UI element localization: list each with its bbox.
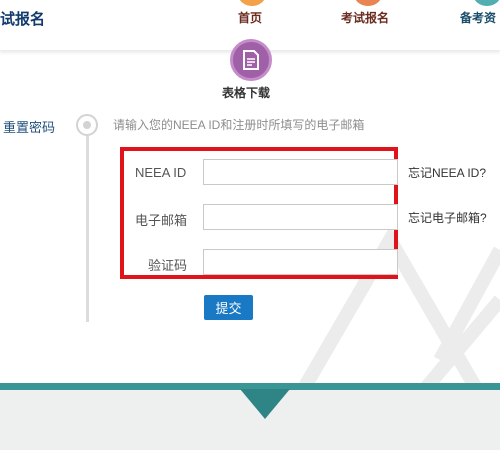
neea-id-label: NEEA ID: [135, 165, 187, 180]
forgot-email-link[interactable]: 忘记电子邮箱?: [408, 209, 487, 226]
neea-id-input[interactable]: [203, 159, 398, 185]
submit-button[interactable]: 提交: [204, 295, 253, 320]
captcha-input[interactable]: [203, 249, 398, 275]
footer-arrow-icon: [240, 389, 290, 419]
form-instruction: 请输入您的NEEA ID和注册时所填写的电子邮箱: [113, 118, 365, 132]
email-label: 电子邮箱: [135, 213, 188, 228]
forgot-neea-id-link[interactable]: 忘记NEEA ID?: [408, 164, 486, 181]
captcha-label: 验证码: [148, 258, 188, 273]
email-input[interactable]: [203, 204, 398, 230]
